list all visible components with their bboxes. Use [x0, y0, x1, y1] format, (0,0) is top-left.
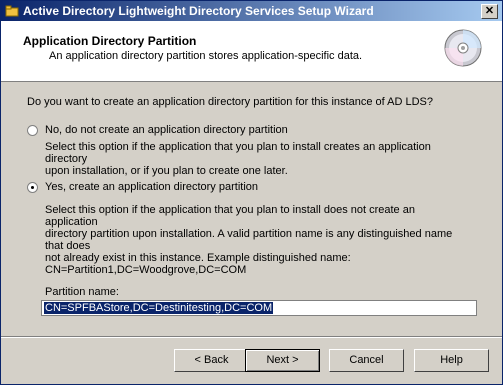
setup-wizard-window: Active Directory Lightweight Directory S…	[0, 0, 503, 385]
description-line: Select this option if the application th…	[45, 204, 415, 228]
description-line: upon installation, or if you plan to cre…	[45, 165, 288, 177]
partition-name-input[interactable]: CN=SPFBAStore,DC=Destinitesting,DC=COM	[41, 300, 477, 316]
help-button[interactable]: Help	[414, 349, 489, 372]
no-partition-description: Select this option if the application th…	[45, 141, 465, 177]
folder-icon	[5, 5, 19, 17]
description-line: not already exist in this instance. Exam…	[45, 252, 351, 264]
page-subtitle: An application directory partition store…	[49, 50, 363, 62]
window-title: Active Directory Lightweight Directory S…	[23, 4, 374, 18]
partition-name-value: CN=SPFBAStore,DC=Destinitesting,DC=COM	[44, 302, 274, 314]
cancel-button[interactable]: Cancel	[329, 349, 404, 372]
yes-partition-description: Select this option if the application th…	[45, 204, 465, 276]
yes-partition-radio[interactable]	[27, 182, 38, 193]
wizard-header: Application Directory Partition An appli…	[1, 21, 502, 82]
cd-icon	[444, 29, 482, 67]
back-button[interactable]: < Back	[174, 349, 249, 372]
partition-question: Do you want to create an application dir…	[27, 96, 433, 108]
description-line: CN=Partition1,DC=Woodgrove,DC=COM	[45, 264, 247, 276]
close-button[interactable]: ✕	[481, 4, 498, 19]
description-line: directory partition upon installation. A…	[45, 228, 453, 252]
partition-name-label: Partition name:	[45, 286, 119, 298]
title-bar[interactable]: Active Directory Lightweight Directory S…	[1, 1, 502, 21]
no-partition-radio[interactable]	[27, 125, 38, 136]
page-title: Application Directory Partition	[23, 34, 197, 48]
no-partition-label[interactable]: No, do not create an application directo…	[45, 124, 288, 136]
yes-partition-label[interactable]: Yes, create an application directory par…	[45, 181, 258, 193]
description-line: Select this option if the application th…	[45, 141, 431, 165]
button-separator	[1, 336, 502, 338]
next-button[interactable]: Next >	[245, 349, 320, 372]
